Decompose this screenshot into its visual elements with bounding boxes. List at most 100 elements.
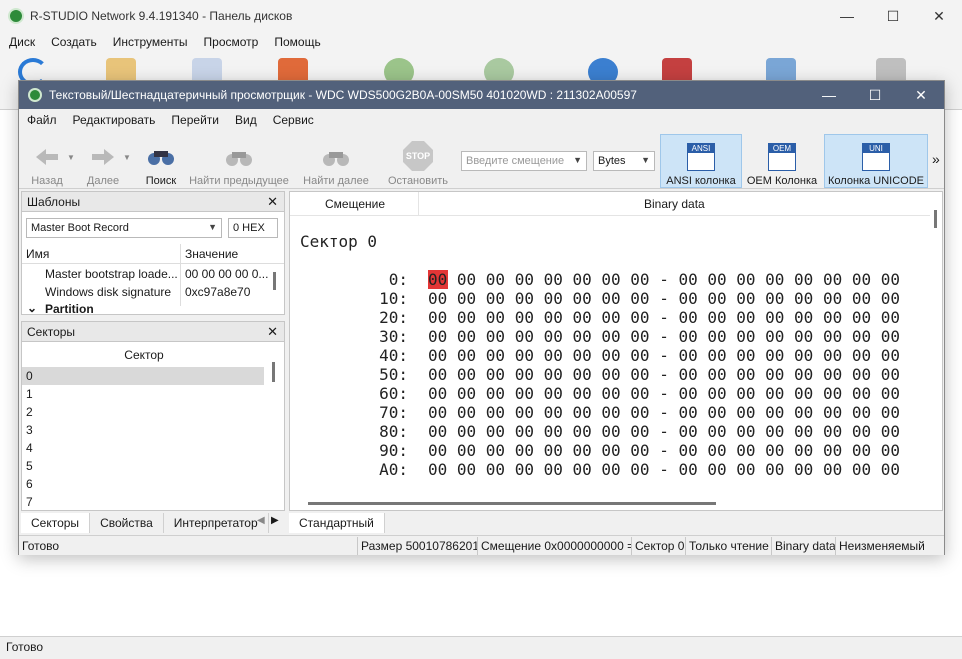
hex-content: Сектор 0 0: 00 00 00 00 00 00 00 00 - 00 … xyxy=(300,232,940,492)
tab-properties[interactable]: Свойства xyxy=(90,513,164,533)
stop-button[interactable]: STOP Остановить xyxy=(381,135,455,187)
forward-label: Далее xyxy=(86,175,120,187)
sector-list-item[interactable]: 3 xyxy=(22,421,264,439)
back-dropdown-icon[interactable]: ▼ xyxy=(67,153,75,162)
sector-list-item[interactable]: 0 xyxy=(22,367,264,385)
menu-view[interactable]: Вид xyxy=(235,113,257,127)
row-offset: 60: xyxy=(379,384,408,403)
row-bytes: 00 00 00 00 00 00 00 00 - 00 00 00 00 00… xyxy=(428,422,901,441)
template-value: Master Boot Record xyxy=(31,222,129,234)
sector-number: 0 xyxy=(26,369,33,383)
templates-close-icon[interactable]: ✕ xyxy=(267,194,278,210)
row-bytes: 00 00 00 00 00 00 00 00 - 00 00 00 00 00… xyxy=(428,441,901,460)
templates-scrollbar-thumb[interactable] xyxy=(273,272,276,290)
viewer-maximize-icon[interactable]: ☐ xyxy=(852,81,898,109)
template-row-value: 0xc97a8e70 xyxy=(185,285,251,299)
find-previous-button[interactable]: Найти предыдущее xyxy=(185,135,293,187)
search-label: Поиск xyxy=(145,175,177,187)
viewer-minimize-icon[interactable]: — xyxy=(806,81,852,109)
tab-interpreter[interactable]: Интерпретатор xyxy=(164,513,269,533)
unit-value: Bytes xyxy=(598,155,626,167)
viewer-close-icon[interactable]: ✕ xyxy=(898,81,944,109)
column-separator xyxy=(418,192,419,216)
menu-create[interactable]: Создать xyxy=(51,35,97,49)
unit-dropdown-icon[interactable]: ▼ xyxy=(641,155,650,165)
main-status-text: Готово xyxy=(6,640,44,654)
ansi-icon: ANSI xyxy=(687,143,715,171)
offset-input[interactable]: Введите смещение ▼ xyxy=(461,151,587,171)
sector-list-item[interactable]: 1 xyxy=(22,385,264,403)
hex-vertical-scrollbar-thumb[interactable] xyxy=(934,210,937,228)
arrow-left-icon xyxy=(32,143,62,171)
sector-list-item[interactable]: 7 xyxy=(22,493,264,511)
viewer-title-bar: Текстовый/Шестнадцатеричный просмотрщик … xyxy=(19,81,944,109)
row-bytes: 00 00 00 00 00 00 00 00 - 00 00 00 00 00… xyxy=(428,403,901,422)
main-title-bar: R-STUDIO Network 9.4.191340 - Панель дис… xyxy=(0,0,962,32)
stop-icon-text: STOP xyxy=(405,151,431,161)
sector-list-item[interactable]: 5 xyxy=(22,457,264,475)
oem-column-button[interactable]: OEM OEM Колонка xyxy=(745,135,819,187)
tab-scroll-left-icon[interactable]: ◀ xyxy=(257,515,265,526)
back-button[interactable]: Назад xyxy=(23,135,71,187)
sector-list-item[interactable]: 6 xyxy=(22,475,264,493)
offset-dropdown-icon[interactable]: ▼ xyxy=(573,155,582,165)
menu-service[interactable]: Сервис xyxy=(273,113,314,127)
template-row[interactable]: Windows disk signature 0xc97a8e70 xyxy=(22,283,272,301)
hex-view-panel: Смещение Binary data Сектор 0 0: 00 00 00… xyxy=(289,191,943,511)
search-button[interactable]: Поиск xyxy=(139,135,183,187)
sectors-close-icon[interactable]: ✕ xyxy=(267,324,278,340)
sector-number: 2 xyxy=(26,405,33,419)
forward-dropdown-icon[interactable]: ▼ xyxy=(123,153,131,162)
menu-disk[interactable]: Диск xyxy=(9,35,35,49)
binoculars-next-icon xyxy=(321,143,351,171)
template-select[interactable]: Master Boot Record ▼ xyxy=(26,218,222,238)
binary-column-header: Binary data xyxy=(644,197,705,211)
menu-goto[interactable]: Перейти xyxy=(171,113,219,127)
template-row-value: 00 00 00 00 0... xyxy=(185,267,269,281)
col-value: Значение xyxy=(185,247,239,261)
row-offset: 40: xyxy=(379,346,408,365)
row-bytes: 00 00 00 00 00 00 00 00 - 00 00 00 00 00… xyxy=(428,346,901,365)
toolbar-overflow-button[interactable]: » xyxy=(932,151,940,167)
status-offset: Смещение 0x0000000000 = 0 xyxy=(477,537,631,555)
left-tab-bar: Секторы Свойства Интерпретатор xyxy=(21,513,285,533)
menu-file[interactable]: Файл xyxy=(27,113,57,127)
sector-list-item[interactable]: 2 xyxy=(22,403,264,421)
sector-list-item[interactable]: 4 xyxy=(22,439,264,457)
menu-view[interactable]: Просмотр xyxy=(204,35,259,49)
hex-horizontal-scrollbar-thumb[interactable] xyxy=(308,502,716,505)
binoculars-icon xyxy=(146,143,176,171)
unit-select[interactable]: Bytes ▼ xyxy=(593,151,655,171)
expand-chevron-icon[interactable]: ⌄ xyxy=(27,301,37,315)
tab-scroll-right-icon[interactable]: ▶ xyxy=(271,515,279,526)
ansi-icon-text: ANSI xyxy=(688,144,714,153)
find-next-label: Найти далее xyxy=(303,175,369,187)
menu-help[interactable]: Помощь xyxy=(274,35,320,49)
template-row[interactable]: ⌄ Partition xyxy=(22,301,272,315)
main-menu-bar: Диск Создать Инструменты Просмотр Помощь xyxy=(0,32,962,52)
sector-number: 4 xyxy=(26,441,33,455)
viewer-menu-bar: Файл Редактировать Перейти Вид Сервис xyxy=(19,109,944,131)
forward-button[interactable]: Далее xyxy=(79,135,127,187)
tab-sectors[interactable]: Секторы xyxy=(21,513,91,533)
menu-edit[interactable]: Редактировать xyxy=(73,113,156,127)
right-tab-bar: Стандартный xyxy=(289,513,943,533)
stop-label: Остановить xyxy=(387,175,449,187)
find-next-button[interactable]: Найти далее xyxy=(299,135,373,187)
close-icon[interactable]: ✕ xyxy=(916,0,962,32)
unicode-column-button[interactable]: UNI Колонка UNICODE xyxy=(824,134,928,188)
main-status-bar: Готово xyxy=(0,636,962,659)
template-offset-field[interactable]: 0 HEX xyxy=(228,218,278,238)
row-offset: A0: xyxy=(379,460,408,479)
template-row[interactable]: Master bootstrap loade... 00 00 00 00 0.… xyxy=(22,265,272,283)
ansi-column-button[interactable]: ANSI ANSI колонка xyxy=(660,134,742,188)
sectors-scrollbar-thumb[interactable] xyxy=(272,362,275,382)
app-logo-icon xyxy=(8,8,24,24)
row-offset: 50: xyxy=(379,365,408,384)
tab-standard[interactable]: Стандартный xyxy=(289,513,385,533)
menu-tools[interactable]: Инструменты xyxy=(113,35,188,49)
status-mode: Только чтение xyxy=(685,537,771,555)
template-dropdown-icon[interactable]: ▼ xyxy=(208,222,217,232)
minimize-icon[interactable]: — xyxy=(824,0,870,32)
maximize-icon[interactable]: ☐ xyxy=(870,0,916,32)
